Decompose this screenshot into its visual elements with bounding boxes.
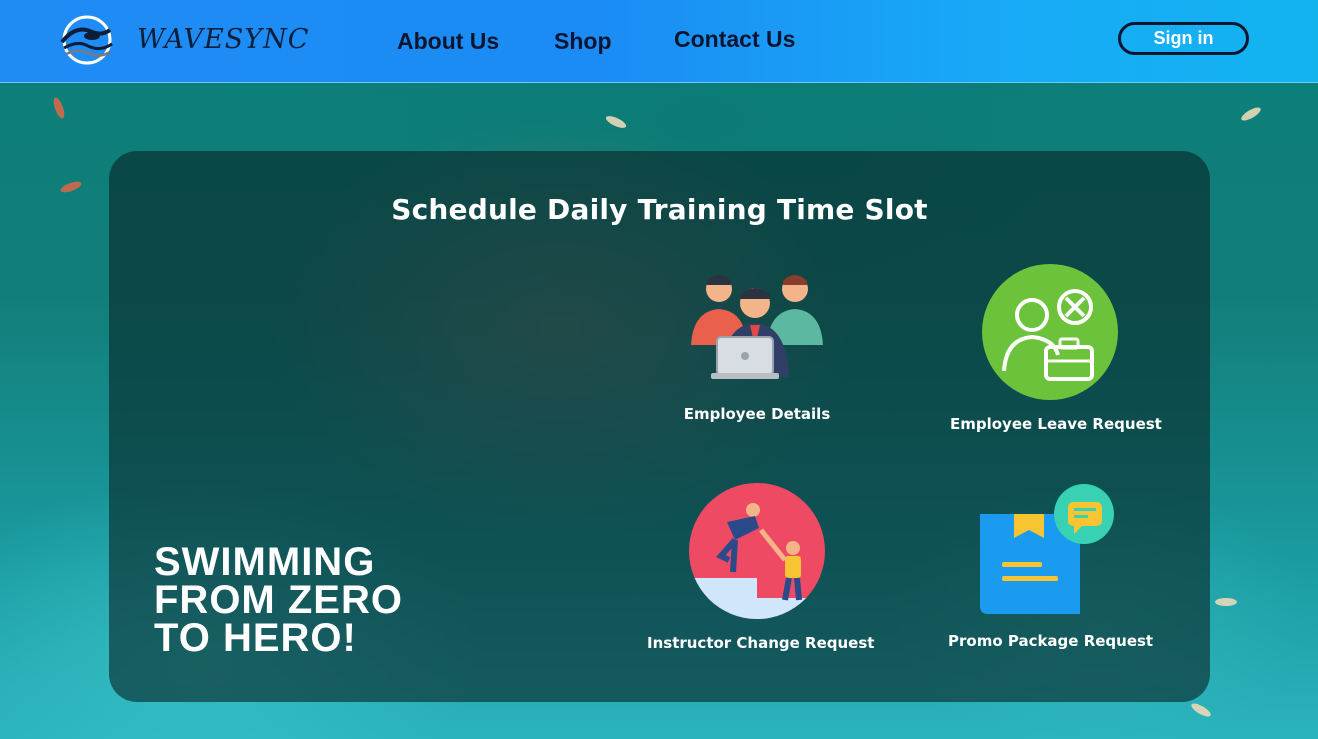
employee-leave-icon bbox=[982, 264, 1118, 400]
promo-document-icon bbox=[980, 484, 1114, 614]
employee-leave-request-card[interactable]: Employee Leave Request bbox=[950, 263, 1162, 433]
helping-hand-icon bbox=[689, 483, 825, 619]
nav-contact-us[interactable]: Contact Us bbox=[674, 26, 795, 53]
promo-package-request-card[interactable]: Promo Package Request bbox=[948, 484, 1154, 650]
surfer-decoration bbox=[1215, 598, 1237, 606]
wavesync-logo-icon[interactable] bbox=[58, 14, 116, 66]
sign-in-button[interactable]: Sign in bbox=[1118, 22, 1249, 55]
card-label: Promo Package Request bbox=[948, 632, 1154, 650]
page-title: Schedule Daily Training Time Slot bbox=[391, 193, 928, 226]
slogan: SWIMMING FROM ZERO TO HERO! bbox=[154, 540, 403, 660]
employee-group-icon bbox=[691, 275, 823, 379]
card-label: Instructor Change Request bbox=[647, 634, 875, 652]
slogan-line: FROM ZERO bbox=[154, 578, 403, 622]
instructor-change-request-card[interactable]: Instructor Change Request bbox=[647, 482, 875, 652]
brand-name[interactable]: WAVESYNC bbox=[137, 24, 309, 55]
surfer-decoration bbox=[59, 179, 83, 195]
slogan-line: TO HERO! bbox=[154, 616, 357, 660]
surfer-decoration bbox=[1189, 701, 1213, 719]
nav-about-us[interactable]: About Us bbox=[397, 28, 499, 55]
surfer-decoration bbox=[1239, 105, 1263, 123]
surfer-decoration bbox=[51, 96, 67, 120]
card-label: Employee Leave Request bbox=[950, 415, 1162, 433]
surfer-decoration bbox=[604, 113, 628, 131]
top-navigation-bar: WAVESYNC About Us Shop Contact Us Sign i… bbox=[0, 0, 1318, 83]
dashboard-panel: Schedule Daily Training Time Slot SWIMMI… bbox=[109, 151, 1210, 702]
card-label: Employee Details bbox=[683, 405, 831, 423]
slogan-line: SWIMMING bbox=[154, 540, 376, 584]
employee-details-card[interactable]: Employee Details bbox=[677, 267, 837, 423]
nav-shop[interactable]: Shop bbox=[554, 28, 612, 55]
